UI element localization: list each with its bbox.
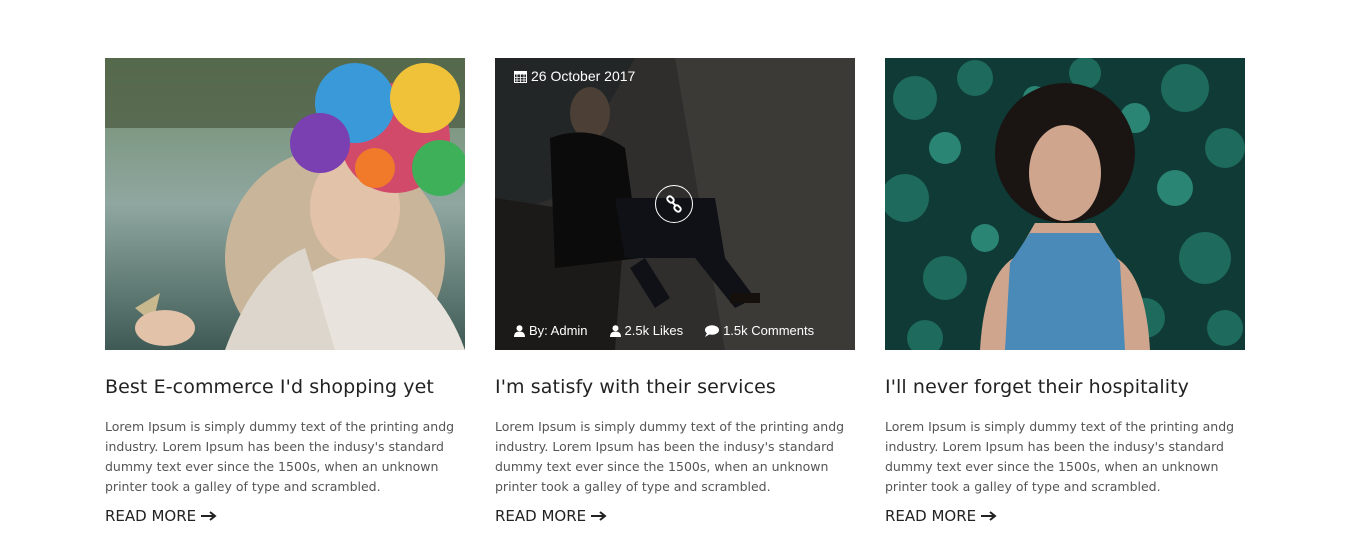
post-title[interactable]: Best E-commerce I'd shopping yet (105, 376, 465, 398)
post-likes: 2.5k Likes (609, 323, 684, 338)
post-date: 26 October 2017 (514, 68, 635, 84)
arrow-right-icon (591, 511, 607, 521)
post-image-link[interactable]: 26 October 2017 By: Admin 2.5k Likes 1.5… (495, 58, 855, 350)
read-more-label: READ MORE (885, 507, 977, 525)
comment-icon (705, 324, 720, 337)
arrow-right-icon (981, 511, 997, 521)
blog-card: 26 October 2017 By: Admin 2.5k Likes 1.5… (495, 58, 855, 526)
post-image-link[interactable] (885, 58, 1245, 350)
blog-card: I'll never forget their hospitality Lore… (885, 58, 1245, 526)
post-excerpt: Lorem Ipsum is simply dummy text of the … (495, 419, 845, 494)
post-excerpt: Lorem Ipsum is simply dummy text of the … (105, 419, 455, 494)
post-image-link[interactable] (105, 58, 465, 350)
read-more-link[interactable]: READ MORE (105, 507, 217, 525)
post-link-button[interactable] (655, 185, 693, 223)
calendar-icon (514, 70, 527, 83)
read-more-link[interactable]: READ MORE (885, 507, 997, 525)
post-excerpt: Lorem Ipsum is simply dummy text of the … (885, 419, 1235, 494)
post-comments-text: 1.5k Comments (723, 323, 815, 338)
read-more-link[interactable]: READ MORE (495, 507, 607, 525)
user-icon (514, 324, 525, 337)
post-author-text: By: Admin (529, 323, 588, 338)
blog-cards: Best E-commerce I'd shopping yet Lorem I… (105, 58, 1245, 526)
read-more-label: READ MORE (495, 507, 587, 525)
blog-card: Best E-commerce I'd shopping yet Lorem I… (105, 58, 465, 526)
post-likes-text: 2.5k Likes (624, 323, 684, 338)
post-image (105, 58, 465, 350)
read-more-label: READ MORE (105, 507, 197, 525)
post-meta: By: Admin 2.5k Likes 1.5k Comments (514, 323, 814, 338)
post-title[interactable]: I'm satisfy with their services (495, 376, 855, 398)
post-image (885, 58, 1245, 350)
post-date-text: 26 October 2017 (531, 68, 636, 84)
post-title[interactable]: I'll never forget their hospitality (885, 376, 1245, 398)
post-comments: 1.5k Comments (705, 323, 814, 338)
link-icon (666, 195, 682, 213)
arrow-right-icon (201, 511, 217, 521)
post-author: By: Admin (514, 323, 588, 338)
user-icon (609, 324, 621, 337)
